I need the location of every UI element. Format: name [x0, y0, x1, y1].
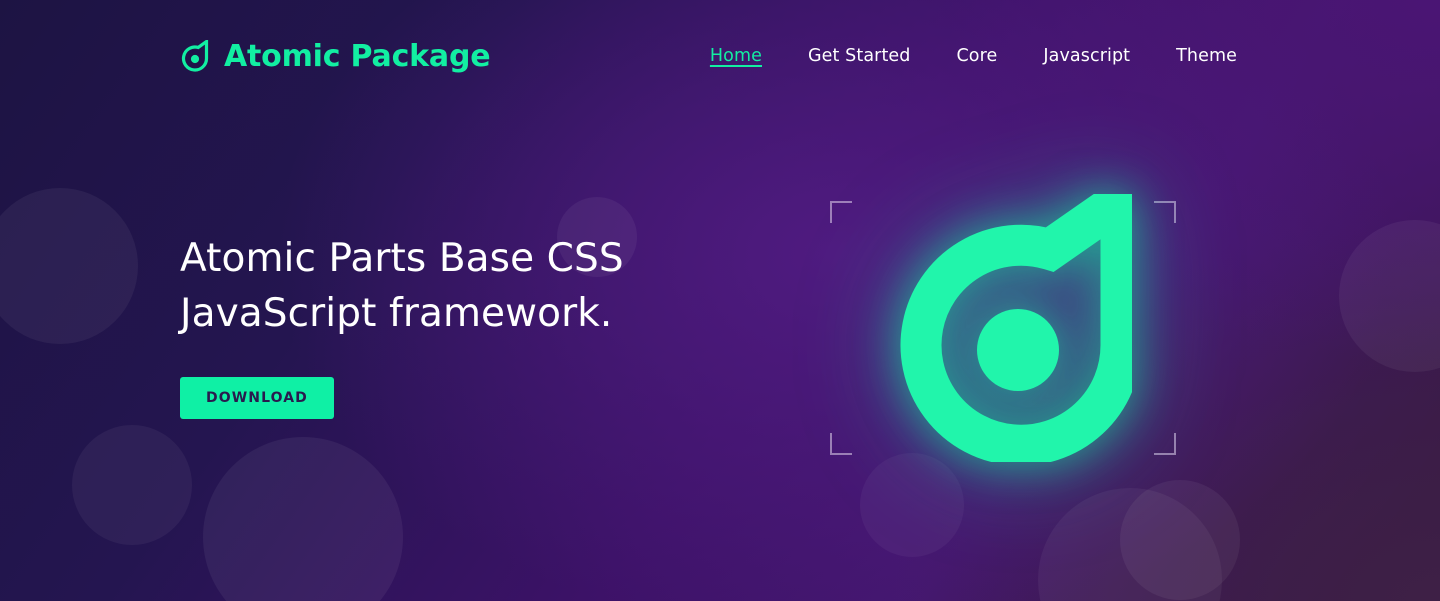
hero-section: Atomic Package Home Get Started Core Jav…: [0, 0, 1440, 601]
brand-name: Atomic Package: [224, 38, 491, 74]
brand-logo-link[interactable]: Atomic Package: [178, 38, 491, 74]
decor-circle: [1038, 488, 1222, 601]
site-header: Atomic Package Home Get Started Core Jav…: [0, 0, 1440, 112]
corner-bracket-top-left-icon: [830, 201, 852, 223]
hero-headline: Atomic Parts Base CSS JavaScript framewo…: [180, 236, 624, 336]
nav-item-get-started[interactable]: Get Started: [785, 42, 933, 70]
corner-bracket-top-right-icon: [1154, 201, 1176, 223]
nav-item-theme[interactable]: Theme: [1153, 42, 1260, 70]
hero-copy: Atomic Parts Base CSS JavaScript framewo…: [180, 232, 780, 420]
nav-item-javascript[interactable]: Javascript: [1020, 42, 1153, 70]
decor-circle: [0, 188, 138, 344]
corner-bracket-bottom-left-icon: [830, 433, 852, 455]
main-navigation: Home Get Started Core Javascript Theme: [687, 42, 1260, 70]
atomic-d-glow-logo-icon: [874, 160, 1142, 466]
decor-circle: [72, 425, 192, 545]
hero-visual: [818, 160, 1188, 466]
download-button[interactable]: DOWNLOAD: [180, 377, 334, 420]
decor-circle: [860, 453, 964, 557]
decor-circle: [1339, 220, 1440, 372]
decor-circle: [1120, 480, 1240, 600]
corner-bracket-bottom-right-icon: [1154, 433, 1176, 455]
nav-item-core[interactable]: Core: [933, 42, 1020, 70]
decor-circle: [203, 437, 403, 601]
atomic-d-mark-icon: [178, 38, 210, 72]
nav-item-home[interactable]: Home: [687, 42, 785, 70]
